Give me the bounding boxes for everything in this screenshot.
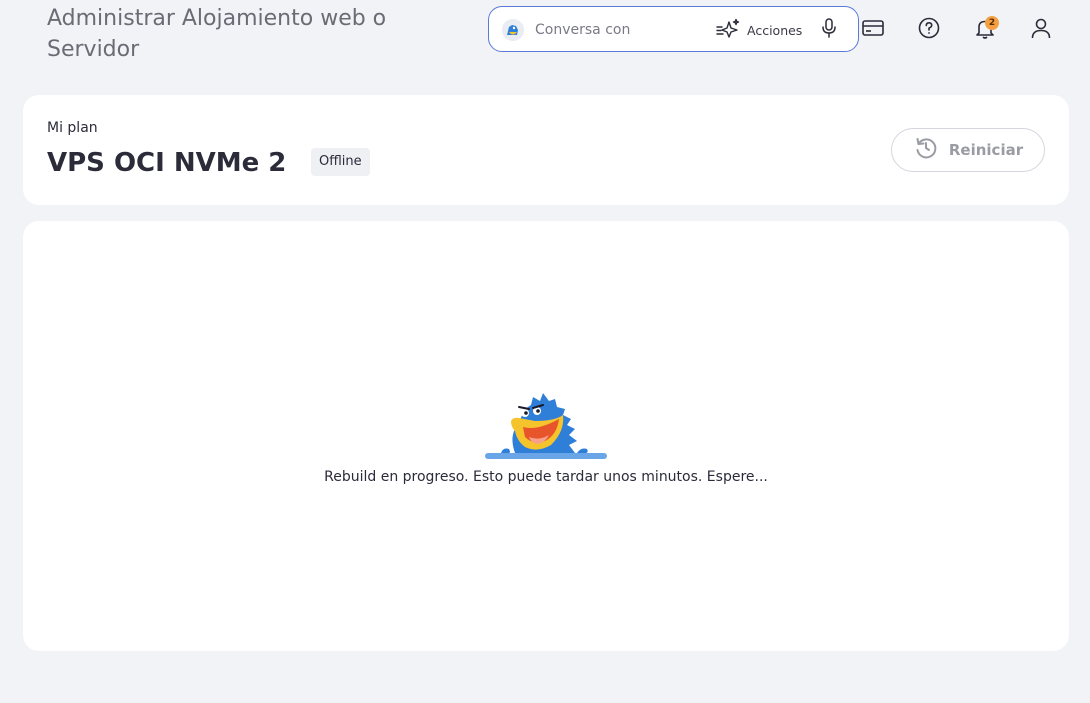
microphone-button[interactable] <box>819 18 839 42</box>
user-icon <box>1029 16 1053 44</box>
rebuild-status-card: Rebuild en progreso. Esto puede tardar u… <box>23 221 1069 651</box>
actions-label: Acciones <box>747 22 803 38</box>
microphone-icon <box>821 18 837 42</box>
billing-button[interactable] <box>860 17 886 43</box>
hostgator-mascot-icon <box>485 393 607 459</box>
restart-button[interactable]: Reiniciar <box>891 128 1045 172</box>
chat-search-input[interactable] <box>535 18 700 42</box>
help-button[interactable] <box>916 17 942 43</box>
account-button[interactable] <box>1028 17 1054 43</box>
help-icon <box>917 16 941 44</box>
actions-button[interactable]: Acciones <box>716 18 802 42</box>
assistant-avatar-icon <box>502 19 524 41</box>
restart-icon <box>913 135 939 165</box>
page-title: Administrar Alojamiento web o Servidor <box>47 6 387 62</box>
plan-card: Mi plan VPS OCI NVMe 2 Offline Reiniciar <box>23 95 1069 205</box>
sparkle-actions-icon <box>716 18 740 42</box>
plan-name: VPS OCI NVMe 2 <box>47 148 287 178</box>
status-badge: Offline <box>311 148 370 176</box>
notifications-button[interactable]: 2 <box>972 16 999 43</box>
restart-label: Reiniciar <box>948 141 1024 159</box>
rebuild-progress-message: Rebuild en progreso. Esto puede tardar u… <box>324 469 768 485</box>
notification-count-badge: 2 <box>985 16 999 30</box>
header: Administrar Alojamiento web o Servidor C… <box>0 0 1090 80</box>
credit-card-icon <box>861 18 885 42</box>
plan-label: Mi plan <box>47 120 98 136</box>
chat-search-bar[interactable]: Acciones <box>488 6 859 52</box>
